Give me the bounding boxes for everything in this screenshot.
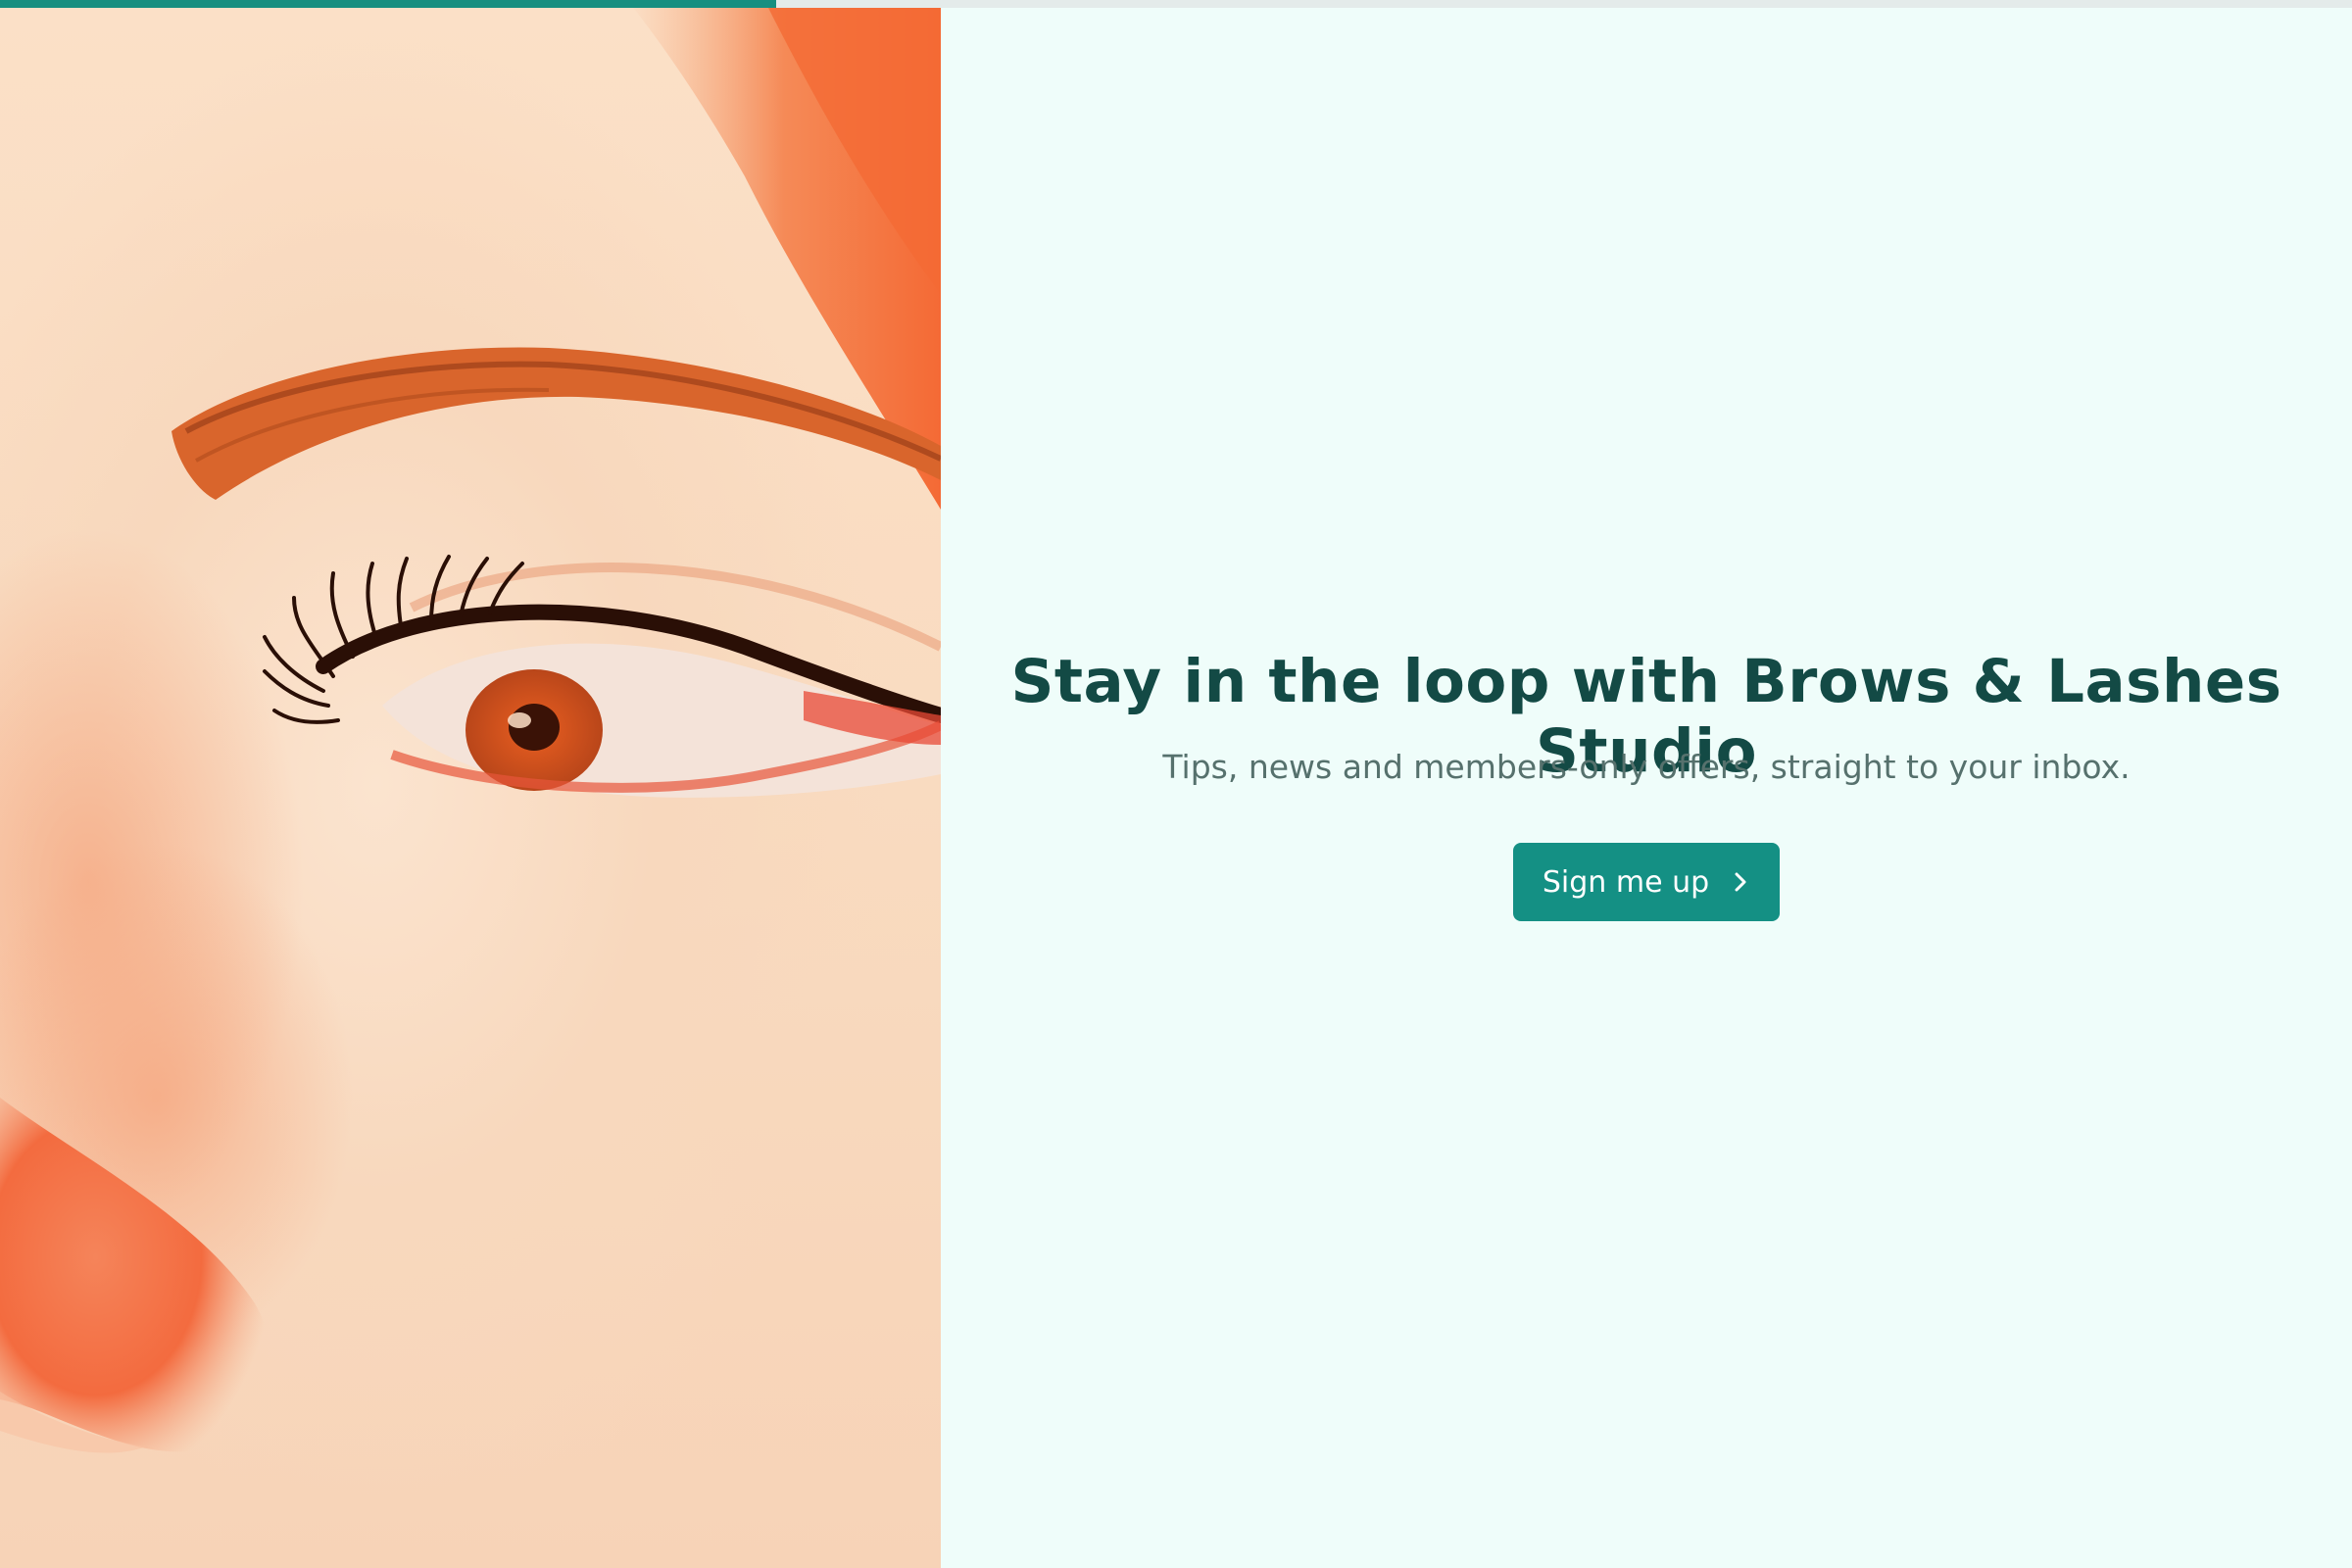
signup-page: Stay in the loop with Brows & Lashes Stu… xyxy=(0,0,2352,1568)
progress-bar xyxy=(0,0,2352,8)
sign-me-up-label: Sign me up xyxy=(1542,864,1710,900)
hero-image xyxy=(0,0,941,1568)
progress-bar-fill xyxy=(0,0,776,8)
eye-closeup-illustration xyxy=(0,0,941,1453)
signup-subtitle: Tips, news and members-only offers, stra… xyxy=(1162,748,2131,786)
sign-me-up-button[interactable]: Sign me up xyxy=(1513,843,1780,921)
newsletter-signup-panel: Stay in the loop with Brows & Lashes Stu… xyxy=(941,0,2352,1568)
chevron-right-icon xyxy=(1735,872,1746,892)
